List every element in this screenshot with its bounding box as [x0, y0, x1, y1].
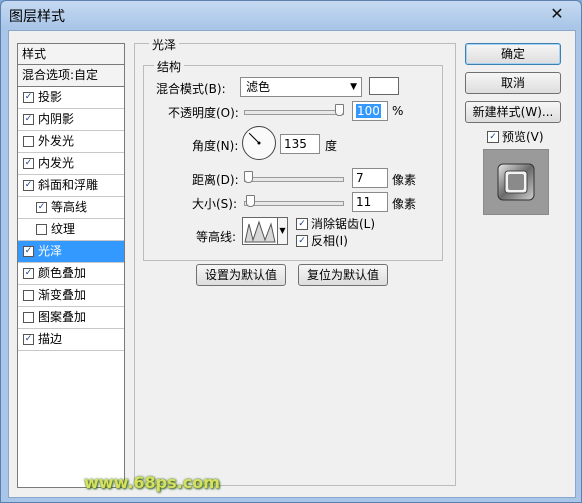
checkbox-checked-icon[interactable]: ✓	[36, 202, 47, 213]
site-watermark: www.68ps.com	[84, 473, 220, 492]
style-list-item-label: 图案叠加	[38, 310, 87, 324]
satin-group: 光泽 结构 混合模式(B): 滤色 ▼ 不透明度(O): 100 % 角度(N)…	[134, 36, 456, 486]
size-slider-thumb[interactable]	[245, 195, 255, 207]
style-list-item[interactable]: 渐变叠加	[18, 285, 124, 307]
close-icon[interactable]: ✕	[547, 5, 567, 23]
new-style-button[interactable]: 新建样式(W)...	[465, 101, 561, 123]
contour-preview[interactable]	[242, 217, 278, 245]
distance-slider-thumb[interactable]	[243, 171, 253, 183]
angle-label: 角度(N):	[192, 139, 239, 153]
checkbox-checked-icon[interactable]: ✓	[23, 334, 34, 345]
style-list-item[interactable]: ✓ 光泽	[18, 241, 124, 263]
opacity-value: 100	[356, 104, 381, 118]
style-list-item-label: 内发光	[38, 156, 75, 170]
blend-mode-value: 滤色	[246, 80, 271, 94]
style-list-header[interactable]: 样式	[18, 44, 124, 65]
style-list: 样式 混合选项:自定 ✓ 投影 ✓ 内阴影外发光 ✓ 内发光 ✓ 斜面和浮雕 ✓ 等高线纹理 ✓ 光泽…	[17, 43, 125, 488]
checkbox-checked-icon[interactable]: ✓	[23, 158, 34, 169]
size-slider[interactable]	[244, 201, 344, 206]
size-label: 大小(S):	[192, 197, 238, 211]
style-list-item[interactable]: ✓ 斜面和浮雕	[18, 175, 124, 197]
preview-swatch-icon	[497, 163, 535, 201]
style-items: ✓ 投影 ✓ 内阴影外发光 ✓ 内发光 ✓ 斜面和浮雕 ✓ 等高线纹理 ✓ 光泽 ✓ 颜色叠加渐变叠加图案…	[18, 87, 124, 351]
opacity-input[interactable]: 100	[352, 101, 388, 121]
style-list-item-label: 斜面和浮雕	[38, 178, 99, 192]
reset-default-button[interactable]: 复位为默认值	[298, 264, 388, 286]
style-list-item[interactable]: ✓ 内阴影	[18, 109, 124, 131]
set-default-button[interactable]: 设置为默认值	[196, 264, 286, 286]
checkbox-unchecked-icon[interactable]	[23, 312, 34, 323]
style-list-item-label: 描边	[38, 332, 63, 346]
angle-dial[interactable]	[242, 126, 276, 160]
style-list-item-label: 渐变叠加	[38, 288, 87, 302]
opacity-unit: %	[392, 104, 404, 118]
contour-curve-icon	[244, 220, 276, 243]
checkbox-checked-icon[interactable]: ✓	[23, 246, 34, 257]
antialias-checkbox[interactable]: ✓ 消除锯齿(L)	[296, 215, 375, 232]
layer-style-dialog: 图层样式 ✕ 样式 混合选项:自定 ✓ 投影 ✓ 内阴影外发光 ✓ 内发光 ✓ 斜面和浮雕 ✓ 等…	[0, 0, 582, 503]
angle-unit: 度	[325, 139, 338, 153]
style-list-item[interactable]: 外发光	[18, 131, 124, 153]
style-list-item[interactable]: 纹理	[18, 219, 124, 241]
style-list-item[interactable]: ✓ 描边	[18, 329, 124, 351]
opacity-label: 不透明度(O):	[168, 106, 239, 120]
opacity-slider-thumb[interactable]	[335, 104, 344, 116]
preview-label: 预览(V)	[502, 130, 544, 144]
angle-input[interactable]: 135	[280, 134, 320, 154]
preview-checkbox[interactable]: ✓ 预览(V)	[487, 128, 544, 145]
invert-checkbox[interactable]: ✓ 反相(I)	[296, 232, 348, 249]
chevron-down-icon: ▼	[350, 82, 357, 92]
checkbox-checked-icon[interactable]: ✓	[23, 180, 34, 191]
size-value: 11	[356, 195, 372, 209]
size-input[interactable]: 11	[352, 192, 388, 212]
style-list-item-label: 颜色叠加	[38, 266, 87, 280]
blend-mode-select[interactable]: 滤色 ▼	[240, 77, 362, 97]
angle-value: 135	[284, 137, 307, 151]
invert-check-icon: ✓	[296, 234, 308, 247]
checkbox-unchecked-icon[interactable]	[23, 290, 34, 301]
checkbox-checked-icon[interactable]: ✓	[23, 114, 34, 125]
checkbox-unchecked-icon[interactable]	[23, 136, 34, 147]
checkbox-checked-icon[interactable]: ✓	[23, 268, 34, 279]
angle-dial-needle	[248, 132, 261, 145]
antialias-check-icon: ✓	[296, 217, 308, 230]
style-list-item[interactable]: ✓ 内发光	[18, 153, 124, 175]
cancel-button[interactable]: 取消	[465, 72, 561, 94]
preview-check-icon: ✓	[487, 130, 499, 143]
checkbox-unchecked-icon[interactable]	[36, 224, 47, 235]
style-list-item-label: 光泽	[38, 244, 63, 258]
style-list-item-label: 纹理	[51, 222, 76, 236]
ok-button[interactable]: 确定	[465, 43, 561, 65]
dialog-client: 样式 混合选项:自定 ✓ 投影 ✓ 内阴影 外发光 ✓ 内发光 ✓ 斜面和浮雕 ✓ 等高线 纹理 ✓ 光泽…	[8, 30, 576, 498]
distance-label: 距离(D):	[192, 173, 239, 187]
style-list-item-label: 外发光	[38, 134, 75, 148]
satin-group-title: 光泽	[149, 36, 180, 53]
blend-mode-label: 混合模式(B):	[156, 82, 226, 96]
size-unit: 像素	[392, 197, 417, 211]
invert-label: 反相(I)	[311, 234, 348, 248]
contour-dropdown-arrow[interactable]: ▼	[278, 217, 288, 245]
distance-input[interactable]: 7	[352, 168, 388, 188]
structure-group-title: 结构	[154, 58, 185, 75]
style-list-item[interactable]: ✓ 投影	[18, 87, 124, 109]
style-list-item-label: 等高线	[51, 200, 88, 214]
blend-options-item[interactable]: 混合选项:自定	[18, 65, 124, 87]
checkbox-checked-icon[interactable]: ✓	[23, 92, 34, 103]
style-list-item[interactable]: 图案叠加	[18, 307, 124, 329]
style-list-item-label: 投影	[38, 90, 63, 104]
style-list-item[interactable]: ✓ 颜色叠加	[18, 263, 124, 285]
distance-value: 7	[356, 171, 364, 185]
contour-label: 等高线:	[196, 230, 237, 244]
title-bar[interactable]: 图层样式 ✕	[1, 1, 581, 29]
opacity-slider[interactable]	[244, 110, 344, 115]
distance-unit: 像素	[392, 173, 417, 187]
window-title: 图层样式	[9, 9, 65, 25]
color-swatch[interactable]	[369, 77, 399, 95]
structure-group: 结构 混合模式(B): 滤色 ▼ 不透明度(O): 100 % 角度(N): 1…	[143, 58, 443, 261]
distance-slider[interactable]	[244, 177, 344, 182]
antialias-label: 消除锯齿(L)	[311, 217, 376, 231]
style-preview-thumbnail	[483, 149, 549, 215]
style-list-item-label: 内阴影	[38, 112, 75, 126]
style-list-item[interactable]: ✓ 等高线	[18, 197, 124, 219]
